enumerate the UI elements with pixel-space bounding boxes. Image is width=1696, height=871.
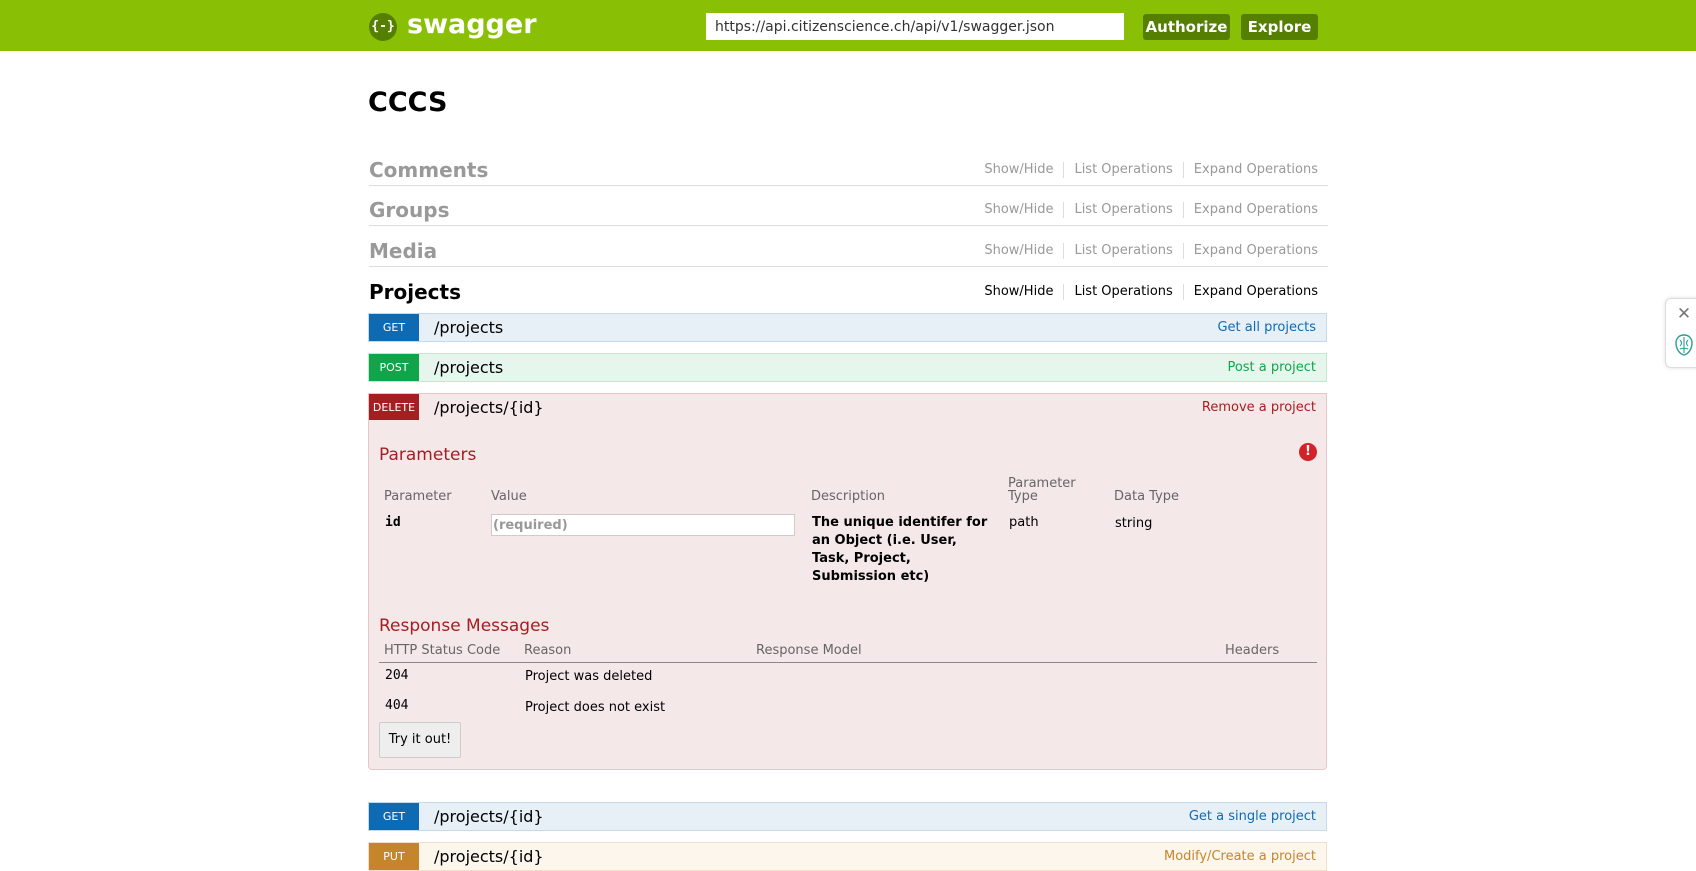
show-hide-link[interactable]: Show/Hide [974,202,1065,218]
param-header-data-type: Data Type [1114,489,1180,504]
operation-post-projects[interactable]: POST /projects Post a project [368,353,1327,382]
expand-operations-link[interactable]: Expand Operations [1184,202,1318,218]
response-code: 404 [385,698,409,713]
brain-icon[interactable] [1674,333,1694,357]
operation-path[interactable]: /projects/{id} [434,803,544,830]
resource-links: Show/Hide List Operations Expand Operation… [974,284,1318,300]
operation-summary[interactable]: Get a single project [1189,803,1316,830]
operation-get-projects[interactable]: GET /projects Get all projects [368,313,1327,342]
response-reason: Project does not exist [525,700,666,715]
http-verb-badge[interactable]: GET [369,803,419,830]
operation-path[interactable]: /projects [434,314,503,341]
response-header-model: Response Model [756,643,862,658]
operation-summary[interactable]: Get all projects [1217,314,1316,341]
response-header-code: HTTP Status Code [384,643,501,658]
expand-operations-link[interactable]: Expand Operations [1184,243,1318,259]
http-verb-badge[interactable]: DELETE [369,394,419,421]
param-name: id [385,515,401,530]
operation-path[interactable]: /projects/{id} [434,843,544,870]
operation-delete-project[interactable]: DELETE /projects/{id} Remove a project [368,393,1327,421]
param-header-description: Description [811,489,886,504]
resource-name[interactable]: Media [369,236,437,266]
expand-operations-link[interactable]: Expand Operations [1184,162,1318,178]
response-messages-heading: Response Messages [379,616,550,636]
operation-detail-panel: Parameters ! Parameter Value Description… [368,420,1327,770]
param-header-param-type: Parameter Type [1008,477,1076,503]
response-code: 204 [385,668,409,683]
explore-button[interactable]: Explore [1241,14,1318,40]
http-verb-badge[interactable]: PUT [369,843,419,870]
expand-operations-link[interactable]: Expand Operations [1184,284,1318,300]
param-header-value: Value [491,489,527,504]
list-operations-link[interactable]: List Operations [1064,284,1184,300]
list-operations-link[interactable]: List Operations [1064,243,1184,259]
resource-name[interactable]: Projects [369,277,461,307]
operation-get-project[interactable]: GET /projects/{id} Get a single project [368,802,1327,831]
operation-path[interactable]: /projects [434,354,503,381]
id-value-input[interactable] [491,514,795,536]
param-description-line: The unique identifer for [812,515,988,530]
operation-summary[interactable]: Remove a project [1202,394,1316,421]
swagger-logo-icon[interactable]: {-} [369,13,397,41]
param-data-type[interactable]: string [1115,515,1152,533]
side-widget: ✕ [1665,298,1696,368]
param-type-value: path [1009,515,1039,530]
api-url-input[interactable] [706,13,1124,40]
http-verb-badge[interactable]: GET [369,314,419,341]
show-hide-link[interactable]: Show/Hide [974,284,1065,300]
param-header-parameter: Parameter [384,489,452,504]
param-description-line: Submission etc) [812,569,930,584]
resource-groups: Groups Show/Hide List Operations Expand Op… [369,195,1328,226]
resource-media: Media Show/Hide List Operations Expand Ope… [369,236,1328,267]
close-icon[interactable]: ✕ [1676,306,1692,323]
operation-put-project[interactable]: PUT /projects/{id} Modify/Create a proje… [368,842,1327,871]
response-header-headers: Headers [1225,643,1280,658]
show-hide-link[interactable]: Show/Hide [974,243,1065,259]
resource-links: Show/Hide List Operations Expand Operation… [974,243,1318,259]
operation-path[interactable]: /projects/{id} [434,394,544,421]
resource-comments: Comments Show/Hide List Operations Expand … [369,155,1328,186]
operation-summary[interactable]: Modify/Create a project [1164,843,1316,870]
parameters-heading: Parameters [379,445,477,465]
param-description-line: an Object (i.e. User, [812,533,957,548]
param-description-line: Task, Project, [812,551,911,566]
swagger-logo-text[interactable]: swagger [407,8,537,42]
try-it-out-button[interactable]: Try it out! [379,722,461,758]
response-table-rule [379,662,1317,663]
api-title: CCCS [368,87,448,118]
response-reason: Project was deleted [525,669,653,684]
top-bar: {-} swagger Authorize Explore [0,0,1696,51]
warning-icon: ! [1299,443,1317,461]
resource-name[interactable]: Groups [369,195,449,225]
list-operations-link[interactable]: List Operations [1064,202,1184,218]
authorize-button[interactable]: Authorize [1143,14,1230,40]
resource-name[interactable]: Comments [369,155,488,185]
list-operations-link[interactable]: List Operations [1064,162,1184,178]
response-header-reason: Reason [524,643,572,658]
param-description: The unique identifer for an Object (i.e.… [812,514,987,586]
operation-summary[interactable]: Post a project [1227,354,1316,381]
resource-links: Show/Hide List Operations Expand Operation… [974,162,1318,178]
show-hide-link[interactable]: Show/Hide [974,162,1065,178]
resource-links: Show/Hide List Operations Expand Operation… [974,202,1318,218]
param-header-param-type-line: Type [1008,489,1038,504]
http-verb-badge[interactable]: POST [369,354,419,381]
resource-projects: Projects Show/Hide List Operations Expand … [369,277,1328,307]
